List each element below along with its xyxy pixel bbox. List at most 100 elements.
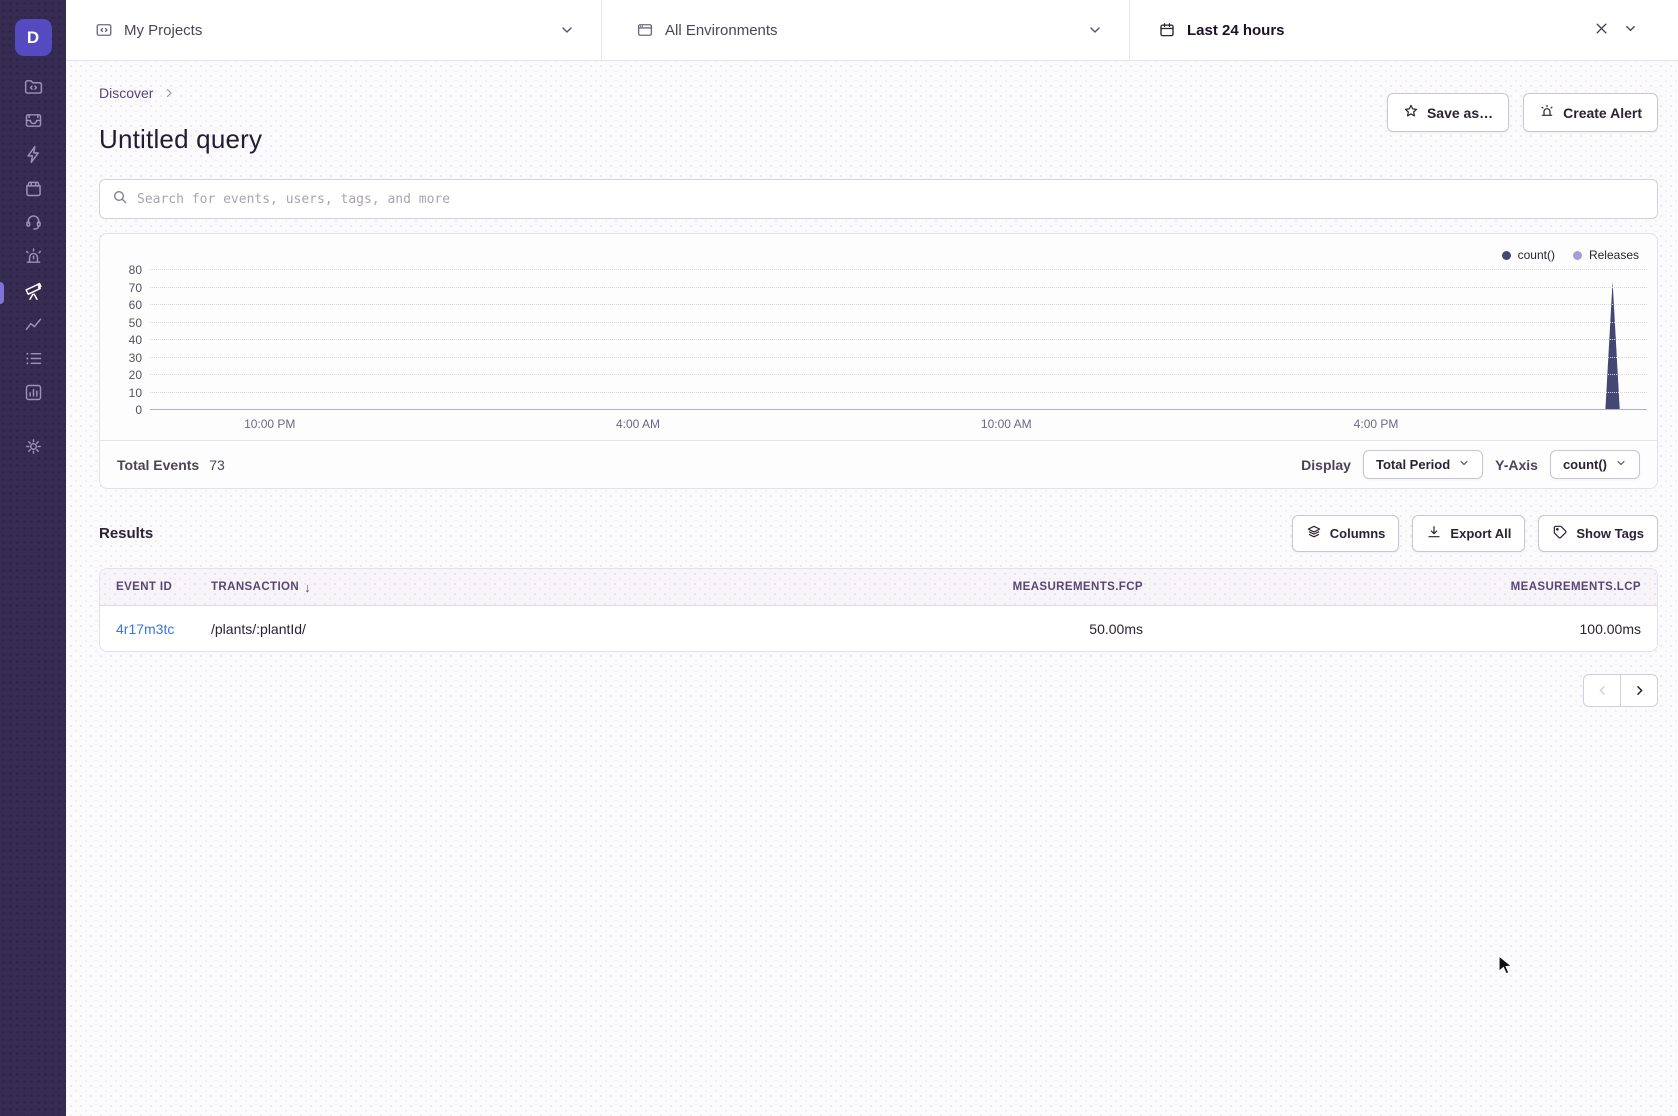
- sidebar-item-releases[interactable]: [0, 174, 66, 208]
- projects-icon: [23, 76, 44, 102]
- results-table: EVENT ID TRANSACTION ↓ MEASUREMENTS.FCP …: [99, 568, 1658, 652]
- chart-legend: count() Releases: [100, 234, 1657, 264]
- sidebar-item-user-feedback[interactable]: [0, 208, 66, 242]
- column-header-transaction[interactable]: TRANSACTION ↓: [195, 569, 799, 605]
- y-axis-tick: 30: [129, 351, 142, 365]
- org-avatar[interactable]: D: [15, 19, 52, 56]
- pagination-next-button[interactable]: [1620, 674, 1658, 707]
- breadcrumb-discover-link[interactable]: Discover: [99, 85, 153, 101]
- sidebar-item-alerts[interactable]: [0, 242, 66, 276]
- chevron-down-icon[interactable]: [1623, 21, 1638, 40]
- lightning-icon: [23, 144, 44, 170]
- show-tags-button[interactable]: Show Tags: [1538, 515, 1658, 552]
- clear-date-icon[interactable]: [1594, 21, 1609, 40]
- x-axis-tick: 10:00 PM: [244, 417, 295, 431]
- sidebar-item-discover[interactable]: [0, 276, 66, 310]
- column-header-measurements-lcp[interactable]: MEASUREMENTS.LCP: [1159, 569, 1657, 605]
- chevron-down-icon: [1458, 457, 1470, 472]
- environment-selector-label: All Environments: [665, 22, 778, 39]
- mouse-cursor: [1498, 955, 1517, 982]
- project-selector-label: My Projects: [124, 22, 202, 39]
- column-header-event-id[interactable]: EVENT ID: [100, 569, 195, 605]
- tag-icon: [1552, 524, 1568, 543]
- window-icon: [636, 21, 654, 39]
- page-header: Discover Untitled query Save as… Create …: [99, 85, 1658, 155]
- column-header-measurements-fcp[interactable]: MEASUREMENTS.FCP: [799, 569, 1159, 605]
- chart-x-axis: 10:00 PM4:00 AM10:00 AM4:00 PM: [150, 414, 1647, 440]
- siren-icon: [23, 246, 44, 272]
- chart-footer: Total Events 73 Display Total Period Y-A…: [100, 440, 1657, 488]
- gridline: [150, 339, 1647, 340]
- y-axis-dropdown[interactable]: count(): [1550, 450, 1640, 479]
- chevron-down-icon: [1615, 457, 1627, 472]
- topbar: My Projects All Environments Last 24 hou…: [66, 0, 1678, 61]
- export-all-button[interactable]: Export All: [1412, 515, 1525, 552]
- legend-dot: [1502, 251, 1511, 260]
- headset-icon: [23, 212, 44, 238]
- sort-descending-icon: ↓: [304, 580, 311, 595]
- sidebar-item-projects[interactable]: [0, 72, 66, 106]
- sidebar-item-stats[interactable]: [0, 378, 66, 412]
- chart-y-axis: 80706050403020100: [108, 270, 150, 410]
- sidebar-item-issues[interactable]: [0, 106, 66, 140]
- issues-icon: [23, 110, 44, 136]
- table-row: 4r17m3tc /plants/:plantId/ 50.00ms 100.0…: [100, 606, 1657, 651]
- content-area: Discover Untitled query Save as… Create …: [66, 61, 1678, 1116]
- gridline: [150, 374, 1647, 375]
- legend-item-releases[interactable]: Releases: [1573, 248, 1639, 262]
- search-icon: [112, 189, 128, 210]
- sidebar: D: [0, 0, 66, 1116]
- chevron-right-icon: [163, 87, 175, 99]
- gridline: [150, 357, 1647, 358]
- legend-item-count[interactable]: count(): [1502, 248, 1555, 262]
- y-axis-tick: 0: [135, 403, 142, 417]
- transaction-cell: /plants/:plantId/: [195, 606, 799, 651]
- gear-icon: [23, 436, 44, 462]
- lcp-cell: 100.00ms: [1159, 606, 1657, 651]
- pagination: [99, 674, 1658, 707]
- bar-chart-icon: [23, 382, 44, 408]
- y-axis-tick: 40: [129, 333, 142, 347]
- main-area: My Projects All Environments Last 24 hou…: [66, 0, 1678, 1116]
- sidebar-item-settings[interactable]: [0, 432, 66, 466]
- table-header-row: EVENT ID TRANSACTION ↓ MEASUREMENTS.FCP …: [100, 569, 1657, 606]
- y-axis-tick: 60: [129, 298, 142, 312]
- gridline: [150, 304, 1647, 305]
- display-dropdown[interactable]: Total Period: [1363, 450, 1483, 479]
- date-range-label: Last 24 hours: [1187, 22, 1285, 39]
- gridline: [150, 287, 1647, 288]
- y-axis-tick: 50: [129, 316, 142, 330]
- y-axis-tick: 10: [129, 386, 142, 400]
- environment-selector[interactable]: All Environments: [602, 0, 1130, 60]
- x-axis-tick: 4:00 PM: [1354, 417, 1399, 431]
- pagination-prev-button[interactable]: [1583, 674, 1621, 707]
- y-axis-tick: 80: [129, 263, 142, 277]
- search-input[interactable]: [137, 180, 1645, 218]
- download-icon: [1426, 524, 1442, 543]
- page-title: Untitled query: [99, 124, 262, 155]
- results-header: Results Columns Export All Show Tags: [99, 515, 1658, 552]
- telescope-icon: [23, 280, 44, 306]
- project-selector[interactable]: My Projects: [66, 0, 602, 60]
- save-as-button[interactable]: Save as…: [1387, 93, 1509, 132]
- legend-dot: [1573, 251, 1582, 260]
- package-icon: [23, 178, 44, 204]
- results-heading: Results: [99, 525, 153, 542]
- columns-button[interactable]: Columns: [1292, 515, 1400, 552]
- sidebar-item-dashboards[interactable]: [0, 310, 66, 344]
- chevron-down-icon: [1087, 22, 1103, 38]
- list-icon: [23, 348, 44, 374]
- date-range-selector[interactable]: Last 24 hours: [1130, 0, 1678, 60]
- x-axis-tick: 4:00 AM: [616, 417, 660, 431]
- gridline: [150, 269, 1647, 270]
- y-axis-label: Y-Axis: [1495, 457, 1538, 473]
- legend-label: Releases: [1589, 248, 1639, 262]
- projects-folder-icon: [95, 21, 113, 39]
- event-id-link[interactable]: 4r17m3tc: [116, 621, 174, 637]
- create-alert-button[interactable]: Create Alert: [1523, 93, 1658, 132]
- star-icon: [1403, 103, 1419, 122]
- y-axis-tick: 20: [129, 368, 142, 382]
- sidebar-item-monitors[interactable]: [0, 344, 66, 378]
- layers-icon: [1306, 524, 1322, 543]
- sidebar-item-performance[interactable]: [0, 140, 66, 174]
